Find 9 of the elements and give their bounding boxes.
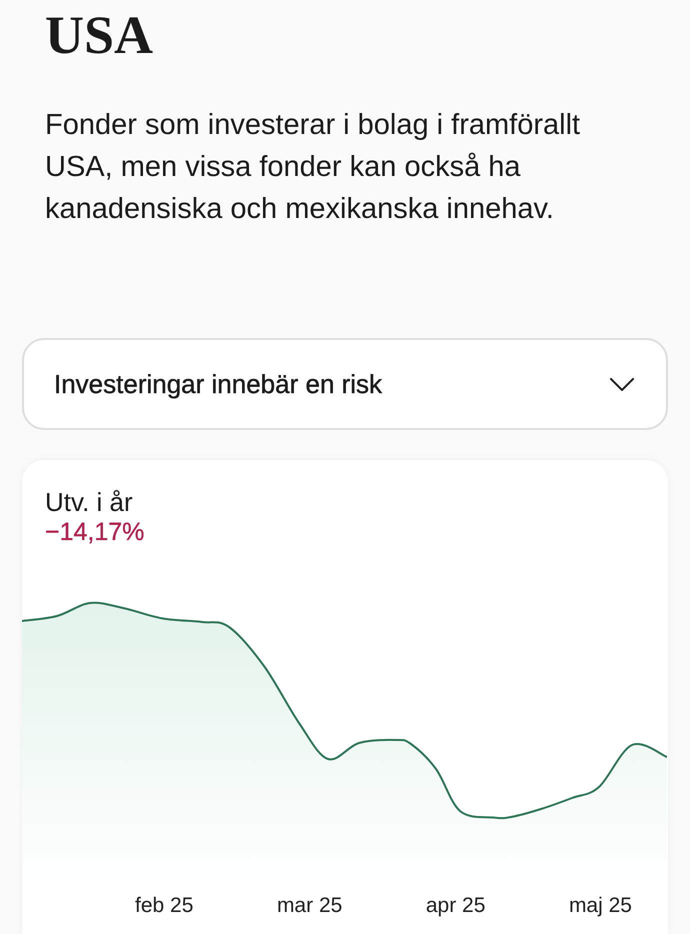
month-label: maj 25 (568, 893, 632, 919)
description-text: Fonder som investerar i bolag i framförallt USA, men vissa fonder kan också ha kanadensiska och mexikanska innehav. (45, 108, 582, 227)
risk-accordion[interactable]: Investeringar innebär en risk (22, 338, 668, 430)
month-label: mar 25 (276, 893, 342, 919)
month-label: apr 25 (426, 893, 486, 919)
page-title: USA (45, 8, 154, 62)
month-label: feb 25 (135, 893, 194, 919)
performance-label: Utv. i år (45, 487, 133, 517)
performance-value: −14,17% (45, 517, 144, 547)
